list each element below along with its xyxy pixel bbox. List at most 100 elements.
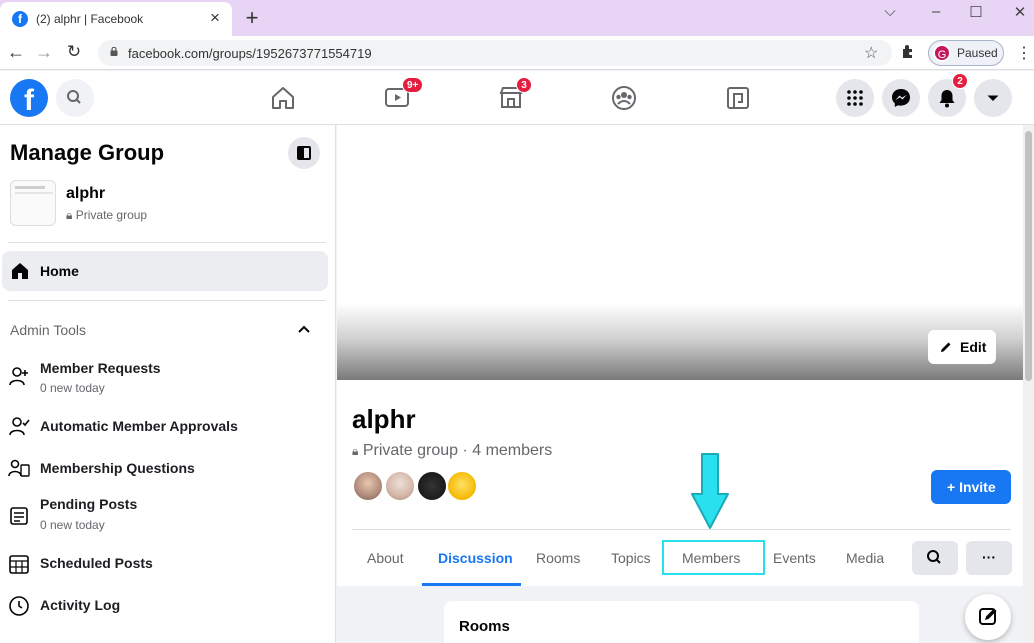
active-tab-indicator: [422, 583, 521, 586]
lock-icon: [110, 47, 118, 56]
profile-button[interactable]: G Paused: [928, 40, 1004, 66]
sidebar-item-scheduled-posts[interactable]: Scheduled Posts: [0, 544, 330, 584]
tab-search-icon[interactable]: ⌵: [878, 3, 902, 20]
search-icon: [67, 90, 81, 104]
invite-button[interactable]: + Invite: [931, 470, 1011, 504]
search-icon: [927, 550, 941, 564]
invite-button-label: + Invite: [947, 479, 996, 495]
menu-button[interactable]: [836, 79, 874, 117]
forward-button[interactable]: →: [34, 42, 54, 63]
tab-about[interactable]: About: [367, 550, 404, 566]
groups-icon[interactable]: [609, 83, 639, 113]
tab-media[interactable]: Media: [846, 550, 884, 566]
sidebar-item-pending-posts[interactable]: Pending Posts 0 new today: [0, 493, 330, 533]
tab-rooms[interactable]: Rooms: [536, 550, 580, 566]
members-tab-highlight: [662, 540, 765, 575]
reload-button[interactable]: ↻: [64, 42, 84, 62]
sidebar-item-label: Pending Posts: [40, 496, 138, 512]
url-text: facebook.com/groups/1952673771554719: [128, 46, 372, 61]
tab-close-button[interactable]: ×: [205, 8, 225, 28]
address-bar[interactable]: facebook.com/groups/1952673771554719 ☆: [98, 40, 892, 66]
watch-badge: 9+: [402, 77, 424, 93]
maximize-button[interactable]: ☐: [964, 3, 988, 21]
home-icon: [12, 263, 28, 279]
sidebar-title: Manage Group: [10, 140, 165, 165]
group-search-button[interactable]: [912, 541, 958, 575]
chevron-up-icon[interactable]: [296, 321, 312, 337]
sidebar-group-privacy-label: Private group: [75, 208, 148, 222]
profile-status: Paused: [957, 46, 998, 60]
messenger-icon: [892, 89, 910, 107]
sidebar-item-member-requests[interactable]: Member Requests 0 new today: [0, 355, 330, 395]
browser-menu-icon[interactable]: ⋮: [1016, 43, 1032, 63]
edit-cover-button[interactable]: Edit: [928, 330, 996, 364]
lock-icon: 🔒︎: [66, 208, 73, 222]
search-button[interactable]: [56, 79, 94, 117]
page-scrollbar[interactable]: [1023, 125, 1034, 643]
facebook-favicon-icon: f: [12, 11, 28, 27]
member-avatar[interactable]: [446, 470, 478, 502]
browser-tab-strip: f (2) alphr | Facebook × + ⌵ – ☐ ✕: [0, 0, 1034, 36]
admin-tools-heading: Admin Tools: [10, 322, 87, 338]
member-avatar[interactable]: [352, 470, 384, 502]
tab-topics[interactable]: Topics: [611, 550, 651, 566]
minimize-button[interactable]: –: [924, 3, 948, 20]
more-options-button[interactable]: ···: [966, 541, 1012, 575]
sidebar-item-label: Automatic Member Approvals: [40, 418, 238, 434]
gaming-icon[interactable]: [723, 83, 753, 113]
grid-menu-icon: [847, 90, 863, 106]
close-window-button[interactable]: ✕: [1008, 3, 1032, 21]
lock-icon: 🔒︎: [352, 444, 359, 458]
browser-tab[interactable]: f (2) alphr | Facebook ×: [0, 2, 232, 36]
sidebar-item-home-label: Home: [40, 263, 79, 279]
collapse-sidebar-button[interactable]: [288, 137, 320, 169]
member-requests-icon: [9, 367, 28, 386]
sidebar-group-privacy: 🔒︎ Private group: [66, 208, 147, 223]
sidebar-item-membership-questions[interactable]: Membership Questions: [0, 450, 330, 490]
rooms-card: Rooms: [444, 601, 919, 643]
sidebar-item-home[interactable]: Home: [2, 251, 328, 291]
sidebar-group-name[interactable]: alphr: [66, 185, 105, 203]
sidebar-item-automatic-approvals[interactable]: Automatic Member Approvals: [0, 408, 330, 448]
rooms-card-title: Rooms: [459, 618, 510, 635]
facebook-logo-icon[interactable]: f: [10, 79, 48, 117]
group-meta-text[interactable]: Private group · 4 members: [363, 442, 552, 459]
scrollbar-thumb[interactable]: [1025, 131, 1032, 381]
tab-events[interactable]: Events: [773, 550, 816, 566]
home-icon[interactable]: [268, 83, 298, 113]
sidebar-divider: [8, 242, 326, 243]
bookmark-star-icon[interactable]: ☆: [864, 43, 878, 63]
group-thumbnail[interactable]: [10, 180, 56, 226]
extensions-icon[interactable]: [900, 43, 916, 59]
sidebar-item-activity-log[interactable]: Activity Log: [0, 586, 330, 626]
messenger-button[interactable]: [882, 79, 920, 117]
calendar-icon: [9, 555, 29, 574]
tab-discussion[interactable]: Discussion: [438, 550, 513, 566]
caret-down-icon: [987, 95, 999, 101]
facebook-top-nav: f 9+ 3 2: [0, 71, 1034, 125]
membership-questions-icon: [8, 459, 30, 477]
new-tab-button[interactable]: +: [240, 5, 264, 31]
manage-group-sidebar: Manage Group alphr 🔒︎ Private group Home…: [0, 125, 336, 643]
browser-toolbar: ← → ↻ facebook.com/groups/19526737715547…: [0, 36, 1034, 70]
profile-avatar: G: [933, 44, 951, 62]
sidebar-item-label: Membership Questions: [40, 460, 195, 476]
sidebar-divider: [8, 300, 326, 301]
account-button[interactable]: [974, 79, 1012, 117]
group-thumbnail-image: [15, 186, 53, 194]
back-button[interactable]: ←: [6, 42, 26, 63]
compose-icon: [979, 608, 997, 625]
sidebar-item-sublabel: 0 new today: [40, 381, 105, 395]
more-options-label: ···: [982, 549, 996, 565]
sidebar-item-label: Scheduled Posts: [40, 555, 153, 571]
new-message-button[interactable]: [965, 594, 1011, 640]
edit-cover-label: Edit: [960, 339, 987, 355]
tab-title: (2) alphr | Facebook: [36, 12, 144, 26]
group-title: alphr: [352, 404, 416, 434]
member-avatar[interactable]: [384, 470, 416, 502]
sidebar-item-label: Member Requests: [40, 360, 161, 376]
notifications-badge: 2: [952, 73, 968, 89]
clock-icon: [9, 596, 29, 616]
pencil-icon: [941, 342, 951, 352]
member-avatar[interactable]: [416, 470, 448, 502]
